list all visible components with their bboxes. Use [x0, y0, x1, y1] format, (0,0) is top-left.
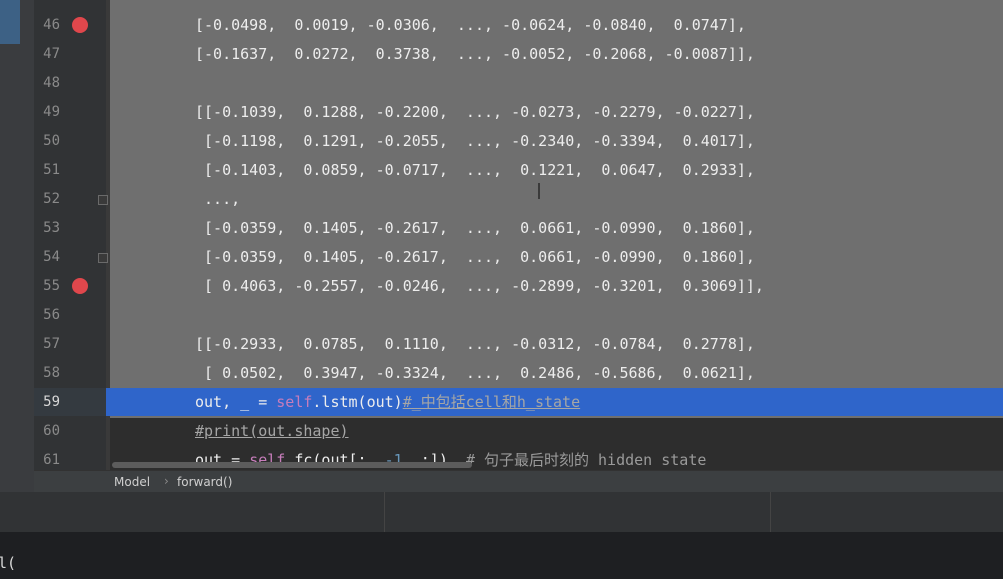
breadcrumb-method[interactable]: forward() — [177, 475, 232, 489]
code-line-60[interactable]: #print(out.shape) — [195, 422, 349, 440]
code-text: .lstm(out) — [312, 393, 403, 411]
line-number: 53 — [43, 220, 60, 236]
inline-comment: # 句子最后时刻的 hidden state — [465, 451, 707, 469]
code-line[interactable]: ..., — [195, 190, 240, 208]
line-number: 49 — [43, 104, 60, 120]
code-line[interactable]: [-0.1403, 0.0859, -0.0717, ..., 0.1221, … — [195, 161, 755, 179]
code-text: out, _ = — [195, 393, 277, 411]
breakpoint-icon[interactable] — [72, 17, 88, 33]
code-line[interactable]: [-0.0498, 0.0019, -0.0306, ..., -0.0624,… — [195, 16, 746, 34]
self-keyword: self — [276, 393, 313, 411]
toolbar-divider — [384, 492, 385, 532]
code-line[interactable]: [-0.1198, 0.1291, -0.2055, ..., -0.2340,… — [195, 132, 755, 150]
line-number: 46 — [43, 17, 60, 33]
line-number: 57 — [43, 336, 60, 352]
project-panel-selection — [0, 0, 20, 44]
code-line[interactable]: [-0.1637, 0.0272, 0.3738, ..., -0.0052, … — [195, 45, 755, 63]
line-number: 52 — [43, 191, 60, 207]
line-number-61: 61 — [43, 452, 60, 468]
line-number-60: 60 — [43, 423, 60, 439]
comment-text: #print(out.shape) — [195, 422, 349, 440]
fold-marker-icon[interactable] — [98, 253, 108, 263]
line-number: 48 — [43, 75, 60, 91]
code-line[interactable]: [-0.0359, 0.1405, -0.2617, ..., 0.0661, … — [195, 248, 755, 266]
code-line[interactable]: [ 0.4063, -0.2557, -0.0246, ..., -0.2899… — [195, 277, 764, 295]
console-text: l( — [0, 554, 17, 572]
project-panel-strip — [0, 0, 34, 492]
bottom-toolbar — [0, 492, 1003, 533]
line-number: 47 — [43, 46, 60, 62]
line-number: 50 — [43, 133, 60, 149]
breadcrumb: Model › forward() — [34, 470, 1003, 493]
horizontal-scrollbar[interactable] — [112, 462, 472, 468]
breadcrumb-separator-icon: › — [164, 474, 169, 488]
code-line[interactable]: [[-0.1039, 0.1288, -0.2200, ..., -0.0273… — [195, 103, 755, 121]
toolbar-divider — [770, 492, 771, 532]
line-number: 56 — [43, 307, 60, 323]
console-output[interactable] — [0, 532, 1003, 579]
code-line[interactable]: [ 0.0502, 0.3947, -0.3324, ..., 0.2486, … — [195, 364, 755, 382]
code-line[interactable]: [[-0.2933, 0.0785, 0.1110, ..., -0.0312,… — [195, 335, 755, 353]
line-number: 55 — [43, 278, 60, 294]
breadcrumb-class[interactable]: Model — [114, 475, 150, 489]
code-line[interactable]: [-0.0359, 0.1405, -0.2617, ..., 0.0661, … — [195, 219, 755, 237]
line-number: 51 — [43, 162, 60, 178]
bottom-tool-panel — [0, 492, 1003, 579]
fold-marker-icon[interactable] — [98, 195, 108, 205]
text-cursor-icon — [538, 183, 540, 199]
code-line-59[interactable]: out, _ = self.lstm(out)#_中包括cell和h_state — [195, 393, 580, 411]
line-number: 58 — [43, 365, 60, 381]
breakpoint-icon[interactable] — [72, 278, 88, 294]
line-number-59: 59 — [43, 394, 60, 410]
line-number: 54 — [43, 249, 60, 265]
inline-comment: #_中包括cell和h_state — [402, 393, 581, 411]
